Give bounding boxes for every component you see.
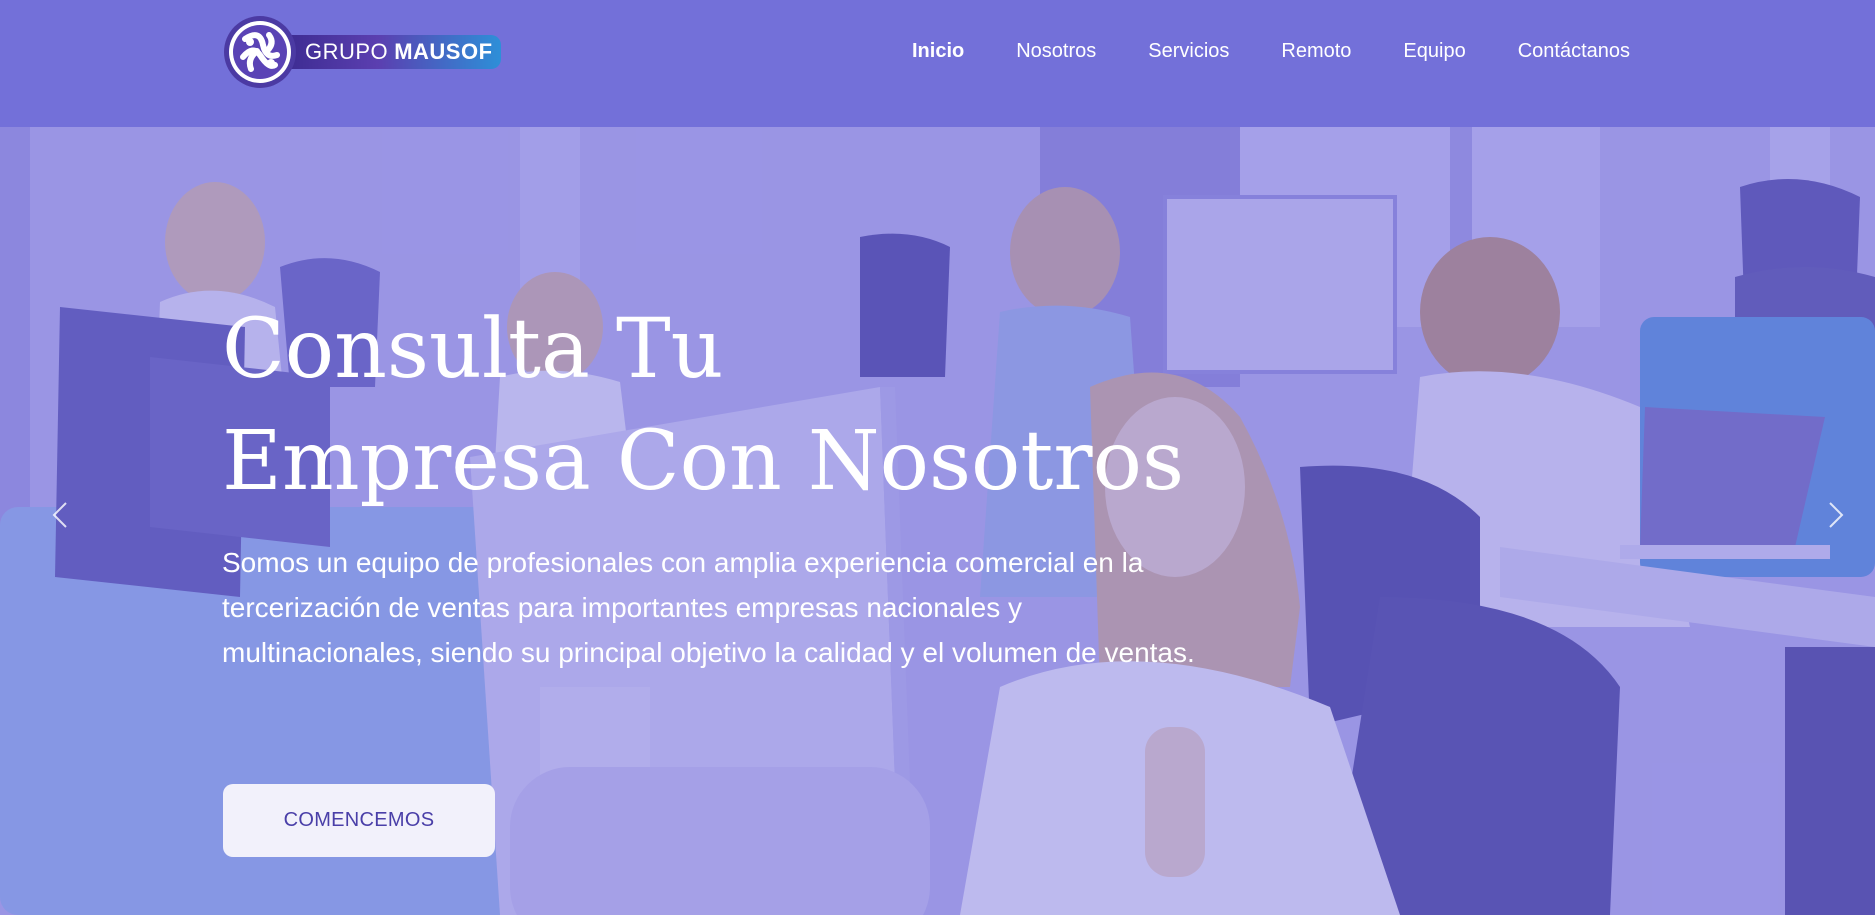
chevron-right-icon: [1829, 502, 1844, 528]
main-nav: Inicio Nosotros Servicios Remoto Equipo …: [912, 36, 1630, 66]
slider-next-button[interactable]: [1814, 485, 1854, 545]
comencemos-button[interactable]: COMENCEMOS: [223, 784, 495, 857]
hero-title: Consulta Tu Empresa Con Nosotros: [222, 294, 1222, 518]
hero-slider: Consulta Tu Empresa Con Nosotros Somos u…: [0, 127, 1875, 915]
nav-item-servicios[interactable]: Servicios: [1148, 36, 1229, 66]
brand-logo[interactable]: GRUPO MAUSOF: [223, 15, 501, 89]
nav-item-nosotros[interactable]: Nosotros: [1016, 36, 1096, 66]
brand-wordmark: GRUPO MAUSOF: [277, 35, 501, 69]
nav-item-inicio[interactable]: Inicio: [912, 36, 964, 66]
hero-title-line-1: Consulta Tu: [222, 302, 724, 397]
brand-name-bold: MAUSOF: [394, 39, 493, 64]
top-navbar: GRUPO MAUSOF Inicio Nosotros Servicios R…: [0, 0, 1875, 127]
knot-emblem-icon: [224, 16, 296, 88]
chevron-left-icon: [52, 502, 67, 528]
hero-description: Somos un equipo de profesionales con amp…: [222, 547, 1195, 668]
hero-title-line-2: Empresa Con Nosotros: [222, 414, 1185, 509]
nav-item-equipo[interactable]: Equipo: [1403, 36, 1465, 66]
slider-prev-button[interactable]: [42, 485, 82, 545]
brand-name-light: GRUPO: [305, 39, 389, 64]
nav-item-remoto[interactable]: Remoto: [1281, 36, 1351, 66]
nav-item-contactanos[interactable]: Contáctanos: [1518, 36, 1630, 66]
